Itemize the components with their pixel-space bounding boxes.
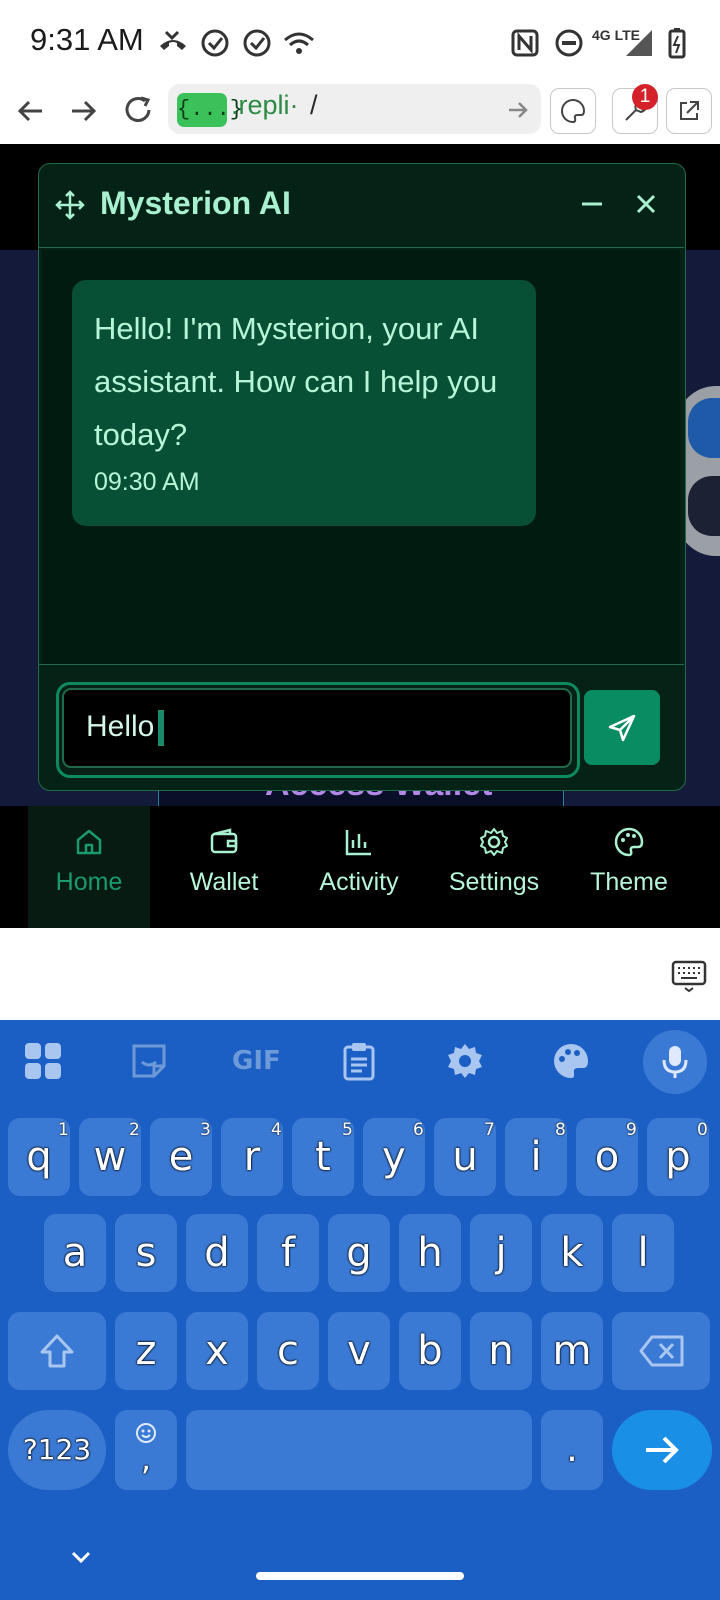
nav-item-home-active[interactable] (28, 806, 150, 928)
key-j[interactable]: j (470, 1214, 532, 1292)
key-k[interactable]: k (541, 1214, 603, 1292)
book-button[interactable] (688, 398, 720, 458)
settings-icon[interactable] (444, 1040, 486, 1082)
check-circle-icon (201, 29, 229, 57)
nav-label-theme[interactable]: Theme (568, 868, 690, 897)
key-d[interactable]: d (186, 1214, 248, 1292)
keyboard-icon[interactable] (670, 956, 708, 994)
key-hint-7: 7 (484, 1120, 495, 1140)
reload-icon[interactable] (120, 92, 156, 128)
url-host: .repli· (231, 90, 299, 120)
go-arrow-icon[interactable] (504, 96, 532, 124)
theme-icon (614, 827, 644, 857)
shift-icon (40, 1334, 74, 1368)
key-hint-4: 4 (271, 1120, 282, 1140)
mic-button[interactable] (643, 1030, 707, 1094)
key-hint-1: 1 (58, 1120, 69, 1140)
nav-label-settings[interactable]: Settings (433, 868, 555, 897)
key-s[interactable]: s (115, 1214, 177, 1292)
status-time: 9:31 AM (30, 22, 144, 57)
nav-label-home[interactable]: Home (28, 868, 150, 897)
enter-key[interactable] (612, 1410, 712, 1490)
url-path: / (310, 90, 318, 120)
home-icon (76, 829, 102, 855)
key-b[interactable]: b (399, 1312, 461, 1390)
backspace-icon (639, 1335, 684, 1367)
key-m[interactable]: m (541, 1312, 603, 1390)
gif-button[interactable]: GIF (232, 1046, 281, 1076)
url-badge: {...} (177, 93, 243, 127)
key-h[interactable]: h (399, 1214, 461, 1292)
palette-icon[interactable] (550, 1040, 592, 1082)
palette-icon (561, 98, 586, 124)
soft-keyboard (0, 1020, 720, 1600)
send-button[interactable] (584, 690, 660, 765)
comma-label: , (140, 1440, 152, 1478)
open-external-icon (680, 101, 699, 120)
move-icon[interactable] (54, 189, 86, 221)
clipboard-icon[interactable] (338, 1040, 380, 1082)
text-caret (158, 710, 164, 746)
key-c[interactable]: c (257, 1312, 319, 1390)
apps-icon[interactable] (22, 1040, 64, 1082)
key-hint-8: 8 (555, 1120, 566, 1140)
key-l[interactable]: l (612, 1214, 674, 1292)
arrow-right-icon (646, 1436, 679, 1464)
gesture-bar[interactable] (256, 1572, 464, 1580)
comma-emoji-key[interactable]: , (115, 1410, 177, 1490)
space-key[interactable] (186, 1410, 532, 1490)
wifi-icon (284, 32, 314, 54)
shift-key[interactable] (8, 1312, 106, 1390)
nfc-icon (511, 29, 539, 57)
key-hint-3: 3 (200, 1120, 211, 1140)
missed-call-icon (160, 30, 186, 50)
nav-label-activity[interactable]: Activity (298, 868, 420, 897)
close-icon[interactable] (632, 190, 660, 218)
wallet-icon (210, 828, 238, 854)
key-hint-6: 6 (413, 1120, 424, 1140)
message-text: Hello! I'm Mysterion, your AI assistant.… (94, 311, 498, 452)
nav-label-wallet[interactable]: Wallet (163, 868, 285, 897)
key-n[interactable]: n (470, 1312, 532, 1390)
period-key[interactable]: . (541, 1410, 603, 1490)
send-icon (608, 714, 636, 742)
symbols-key[interactable]: ?123 (8, 1410, 106, 1490)
battery-icon (668, 28, 686, 59)
key-a[interactable]: a (44, 1214, 106, 1292)
activity-icon (345, 830, 371, 856)
divider (38, 664, 684, 665)
mic-icon (662, 1046, 688, 1078)
signal-icon (626, 30, 652, 56)
do-not-disturb-icon (555, 29, 583, 57)
forward-icon[interactable] (66, 94, 100, 128)
open-external-button[interactable] (666, 88, 712, 134)
menu-button[interactable] (688, 476, 720, 536)
key-hint-0: 0 (697, 1120, 708, 1140)
notification-badge: 1 (632, 84, 658, 110)
sticker-icon[interactable] (128, 1040, 170, 1082)
chevron-down-icon[interactable] (66, 1542, 96, 1572)
key-hint-2: 2 (129, 1120, 140, 1140)
theme-toolbar-button[interactable] (550, 88, 596, 134)
key-z[interactable]: z (115, 1312, 177, 1390)
settings-icon (480, 828, 508, 856)
chat-title: Mysterion AI (100, 185, 291, 221)
key-v[interactable]: v (328, 1312, 390, 1390)
key-g[interactable]: g (328, 1214, 390, 1292)
key-f[interactable]: f (257, 1214, 319, 1292)
backspace-key[interactable] (612, 1312, 710, 1390)
check-circle-icon (243, 29, 271, 57)
keyboard-switcher-bar (0, 928, 720, 1020)
chat-input-value: Hello (86, 710, 155, 743)
key-hint-9: 9 (626, 1120, 637, 1140)
message-timestamp: 09:30 AM (94, 468, 200, 496)
key-hint-5: 5 (342, 1120, 353, 1140)
key-x[interactable]: x (186, 1312, 248, 1390)
back-icon[interactable] (14, 94, 48, 128)
minimize-icon[interactable] (578, 190, 606, 218)
